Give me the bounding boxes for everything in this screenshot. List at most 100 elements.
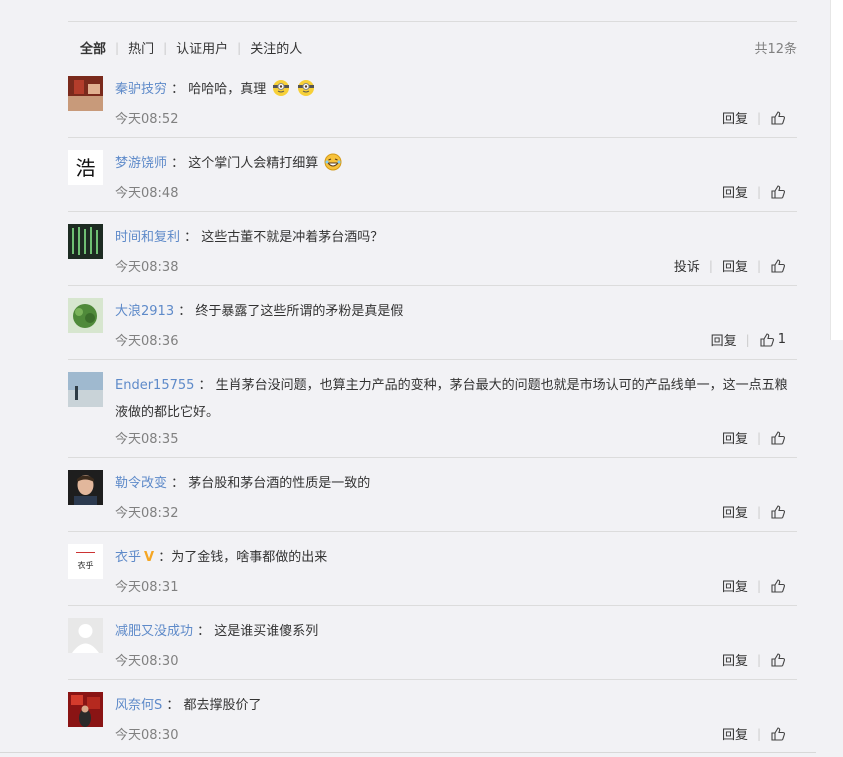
minion-emoji-icon [297,80,314,96]
comment-actions: 回复 | [722,108,786,127]
laughing-emoji-icon [324,153,342,171]
username[interactable]: 大浪2913 [115,304,174,319]
thumbs-up-icon [771,430,786,445]
comment-count: 共12条 [754,42,797,57]
reply-button[interactable]: 回复 [722,650,748,669]
comment-text: 这是谁买谁傻系列 [214,624,319,639]
thumbs-up-icon [760,332,774,347]
comment-text: 这些古董不就是冲着茅台酒吗？ [201,230,384,245]
reply-button[interactable]: 回复 [722,576,748,595]
username[interactable]: Ender15755 [115,378,194,393]
comment-time: 今天08:38 [115,260,179,275]
comment-text: 生肖茅台没问题，也算主力产品的变种，茅台最大的问题也就是市场认可的产品线单一，这… [115,378,788,420]
thumbs-up-icon [771,726,786,741]
comment-actions: 回复 | [722,502,786,521]
comment-time: 今天08:31 [115,580,179,595]
reply-button[interactable]: 回复 [722,724,748,743]
reply-button[interactable]: 回复 [722,256,748,275]
like-button[interactable] [770,652,786,668]
like-button[interactable]: 1 [759,332,786,348]
avatar[interactable] [68,76,103,111]
comment-actions: 回复 | [722,428,786,447]
tab-separator: | [115,40,120,55]
comment-time: 今天08:30 [115,654,179,669]
comment-item: Ender15755 ： 生肖茅台没问题，也算主力产品的变种，茅台最大的问题也就… [68,372,797,458]
reply-button[interactable]: 回复 [722,428,748,447]
tab-separator: | [237,40,242,55]
like-button[interactable] [770,578,786,594]
avatar[interactable] [68,692,103,727]
tab-all[interactable]: 全部 [80,38,106,57]
avatar[interactable]: 衣乎 [68,544,103,579]
username[interactable]: 梦游饶师 [115,156,167,171]
comment-item: 大浪2913 ： 终于暴露了这些所谓的矛粉是真是假 今天08:36 回复 | 1 [68,298,797,360]
like-button[interactable] [770,726,786,742]
like-button[interactable] [770,184,786,200]
comment-item: 时间和复利 ： 这些古董不就是冲着茅台酒吗？ 今天08:38 投诉 | 回复 | [68,224,797,286]
comment-actions: 回复 | [722,724,786,743]
comment-time: 今天08:35 [115,432,179,447]
comment-text: 为了金钱，啥事都做的出来 [171,550,328,565]
thumbs-up-icon [771,578,786,593]
username[interactable]: 风奈何S [115,698,162,713]
comment-text: 哈哈哈，真理 [188,82,267,97]
tab-following[interactable]: 关注的人 [250,38,302,57]
comment-item: 减肥又没成功 ： 这是谁买谁傻系列 今天08:30 回复 | [68,618,797,680]
comment-time: 今天08:52 [115,112,179,127]
comment-actions: 回复 | [722,650,786,669]
comment-actions: 投诉 | 回复 | [674,256,786,275]
username[interactable]: 时间和复利 [115,230,180,245]
tab-verified[interactable]: 认证用户 [176,38,228,57]
like-button[interactable] [770,504,786,520]
comment-item: 衣乎 衣乎 V ：为了金钱，啥事都做的出来 今天08:31 回复 | [68,544,797,606]
divider [68,21,797,22]
avatar[interactable] [68,298,103,333]
comment-text: 这个掌门人会精打细算 [188,156,319,171]
verified-v-icon: V [144,550,155,565]
reply-button[interactable]: 回复 [722,502,748,521]
username[interactable]: 勒令改变 [115,476,167,491]
comment-item: 秦驴技穷 ： 哈哈哈，真理 今天08:52 回复 | [68,76,797,138]
comment-time: 今天08:30 [115,728,179,743]
comment-time: 今天08:36 [115,334,179,349]
divider [0,752,816,753]
comment-item: 风奈何S ： 都去撑股价了 今天08:30 回复 | [68,692,797,750]
reply-button[interactable]: 回复 [711,330,737,349]
thumbs-up-icon [771,184,786,199]
username[interactable]: 秦驴技穷 [115,82,167,97]
svg-text:浩: 浩 [76,156,96,180]
report-button[interactable]: 投诉 [674,256,700,275]
thumbs-up-icon [771,652,786,667]
comment-item: 浩 梦游饶师 ： 这个掌门人会精打细算 今天08:48 回复 | [68,150,797,212]
comment-text: 茅台股和茅台酒的性质是一致的 [188,476,371,491]
like-button[interactable] [770,110,786,126]
avatar[interactable]: 浩 [68,150,103,185]
comment-text: 终于暴露了这些所谓的矛粉是真是假 [195,304,404,319]
avatar[interactable] [68,372,103,407]
like-count: 1 [777,332,786,347]
comment-time: 今天08:32 [115,506,179,521]
avatar[interactable] [68,224,103,259]
like-button[interactable] [770,430,786,446]
side-panel [830,0,843,340]
tab-hot[interactable]: 热门 [128,38,154,57]
filter-tabs: 全部 | 热门 | 认证用户 | 关注的人 [80,38,302,58]
minion-emoji-icon [273,80,290,96]
reply-button[interactable]: 回复 [722,108,748,127]
avatar[interactable] [68,618,103,653]
comment-text: 都去撑股价了 [183,698,262,713]
comment-item: 勒令改变 ： 茅台股和茅台酒的性质是一致的 今天08:32 回复 | [68,470,797,532]
comment-actions: 回复 | [722,576,786,595]
comment-actions: 回复 | [722,182,786,201]
like-button[interactable] [770,258,786,274]
comment-panel: 全部 | 热门 | 认证用户 | 关注的人 共12条 秦驴技穷 ： 哈哈哈，真理… [0,0,816,757]
thumbs-up-icon [771,110,786,125]
reply-button[interactable]: 回复 [722,182,748,201]
username[interactable]: 衣乎 [115,550,141,565]
thumbs-up-icon [771,258,786,273]
avatar[interactable] [68,470,103,505]
username[interactable]: 减肥又没成功 [115,624,193,639]
comment-time: 今天08:48 [115,186,179,201]
avatar-text: 衣乎 [78,560,94,570]
tab-separator: | [163,40,168,55]
